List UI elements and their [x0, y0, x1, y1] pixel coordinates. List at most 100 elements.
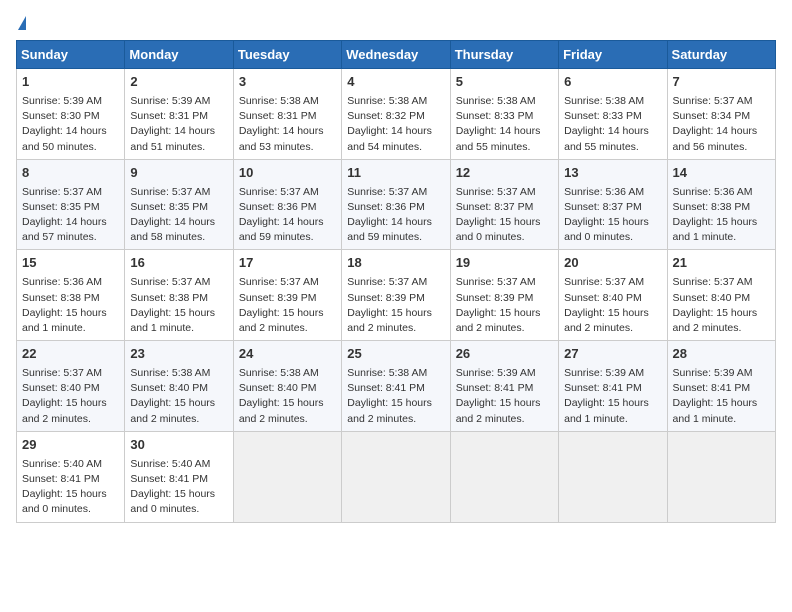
- calendar-cell: 23Sunrise: 5:38 AMSunset: 8:40 PMDayligh…: [125, 341, 233, 432]
- sunrise-text: Sunrise: 5:37 AM: [239, 276, 319, 288]
- sunset-text: Sunset: 8:32 PM: [347, 110, 425, 122]
- daylight-text: Daylight: 15 hours and 2 minutes.: [456, 307, 541, 334]
- calendar-cell: 2Sunrise: 5:39 AMSunset: 8:31 PMDaylight…: [125, 69, 233, 160]
- weekday-header-sunday: Sunday: [17, 41, 125, 69]
- calendar-cell: 15 Sunrise: 5:36 AM Sunset: 8:38 PM Dayligh…: [17, 250, 125, 341]
- day-number: 1: [22, 73, 119, 92]
- daylight-text: Daylight: 15 hours and 2 minutes.: [130, 397, 215, 424]
- sunrise-text: Sunrise: 5:39 AM: [22, 95, 102, 107]
- sunset-text: Sunset: 8:38 PM: [673, 201, 751, 213]
- daylight-text: Daylight: 15 hours and 2 minutes.: [456, 397, 541, 424]
- weekday-header-thursday: Thursday: [450, 41, 558, 69]
- calendar-cell: 9Sunrise: 5:37 AMSunset: 8:35 PMDaylight…: [125, 159, 233, 250]
- calendar-cell: 17Sunrise: 5:37 AMSunset: 8:39 PMDayligh…: [233, 250, 341, 341]
- calendar-week-row: 22Sunrise: 5:37 AMSunset: 8:40 PMDayligh…: [17, 341, 776, 432]
- day-number: 23: [130, 345, 227, 364]
- calendar-cell: [559, 431, 667, 522]
- daylight-text: Daylight: 14 hours and 54 minutes.: [347, 125, 432, 152]
- calendar-cell: 4Sunrise: 5:38 AMSunset: 8:32 PMDaylight…: [342, 69, 450, 160]
- daylight-text: Daylight: 14 hours and 58 minutes.: [130, 216, 215, 243]
- weekday-header-friday: Friday: [559, 41, 667, 69]
- calendar-cell: 6Sunrise: 5:38 AMSunset: 8:33 PMDaylight…: [559, 69, 667, 160]
- daylight-text: Daylight: 15 hours and 2 minutes.: [239, 307, 324, 334]
- calendar-cell: 20Sunrise: 5:37 AMSunset: 8:40 PMDayligh…: [559, 250, 667, 341]
- sunset-text: Sunset: 8:41 PM: [456, 382, 534, 394]
- daylight-text: Daylight: 15 hours and 0 minutes.: [456, 216, 541, 243]
- daylight-text: Daylight: 14 hours and 51 minutes.: [130, 125, 215, 152]
- calendar-cell: 29Sunrise: 5:40 AMSunset: 8:41 PMDayligh…: [17, 431, 125, 522]
- sunset-text: Sunset: 8:40 PM: [22, 382, 100, 394]
- daylight-text: Daylight: 14 hours and 50 minutes.: [22, 125, 107, 152]
- sunrise-text: Sunrise: 5:40 AM: [130, 458, 210, 470]
- day-number: 4: [347, 73, 444, 92]
- sunset-text: Sunset: 8:41 PM: [564, 382, 642, 394]
- sunset-text: Sunset: 8:36 PM: [347, 201, 425, 213]
- daylight-text: Daylight: 14 hours and 55 minutes.: [564, 125, 649, 152]
- day-number: 24: [239, 345, 336, 364]
- sunrise-text: Sunrise: 5:36 AM: [22, 276, 102, 288]
- day-number: 27: [564, 345, 661, 364]
- daylight-text: Daylight: 15 hours and 0 minutes.: [564, 216, 649, 243]
- calendar-cell: 19Sunrise: 5:37 AMSunset: 8:39 PMDayligh…: [450, 250, 558, 341]
- day-number: 18: [347, 254, 444, 273]
- calendar-cell: 27Sunrise: 5:39 AMSunset: 8:41 PMDayligh…: [559, 341, 667, 432]
- sunrise-text: Sunrise: 5:36 AM: [564, 186, 644, 198]
- day-number: 19: [456, 254, 553, 273]
- calendar-cell: 18Sunrise: 5:37 AMSunset: 8:39 PMDayligh…: [342, 250, 450, 341]
- calendar-cell: 21Sunrise: 5:37 AMSunset: 8:40 PMDayligh…: [667, 250, 775, 341]
- calendar-cell: 7Sunrise: 5:37 AMSunset: 8:34 PMDaylight…: [667, 69, 775, 160]
- sunrise-text: Sunrise: 5:38 AM: [239, 95, 319, 107]
- daylight-text: Daylight: 15 hours and 2 minutes.: [347, 307, 432, 334]
- daylight-text: Daylight: 15 hours and 2 minutes.: [239, 397, 324, 424]
- day-number: 15: [22, 254, 119, 273]
- sunset-text: Sunset: 8:35 PM: [130, 201, 208, 213]
- day-number: 2: [130, 73, 227, 92]
- sunset-text: Sunset: 8:33 PM: [564, 110, 642, 122]
- sunset-text: Sunset: 8:38 PM: [22, 292, 100, 304]
- sunset-text: Sunset: 8:30 PM: [22, 110, 100, 122]
- sunset-text: Sunset: 8:40 PM: [564, 292, 642, 304]
- daylight-text: Daylight: 15 hours and 1 minute.: [673, 397, 758, 424]
- logo-icon: [18, 16, 26, 30]
- sunrise-text: Sunrise: 5:37 AM: [130, 186, 210, 198]
- sunset-text: Sunset: 8:31 PM: [239, 110, 317, 122]
- calendar-table: SundayMondayTuesdayWednesdayThursdayFrid…: [16, 40, 776, 523]
- day-number: 26: [456, 345, 553, 364]
- daylight-text: Daylight: 15 hours and 2 minutes.: [564, 307, 649, 334]
- sunset-text: Sunset: 8:41 PM: [673, 382, 751, 394]
- calendar-cell: 25Sunrise: 5:38 AMSunset: 8:41 PMDayligh…: [342, 341, 450, 432]
- day-number: 14: [673, 164, 770, 183]
- sunset-text: Sunset: 8:38 PM: [130, 292, 208, 304]
- weekday-header-wednesday: Wednesday: [342, 41, 450, 69]
- sunrise-text: Sunrise: 5:40 AM: [22, 458, 102, 470]
- calendar-cell: 5Sunrise: 5:38 AMSunset: 8:33 PMDaylight…: [450, 69, 558, 160]
- weekday-header-monday: Monday: [125, 41, 233, 69]
- sunrise-text: Sunrise: 5:39 AM: [456, 367, 536, 379]
- weekday-header-saturday: Saturday: [667, 41, 775, 69]
- day-number: 12: [456, 164, 553, 183]
- sunrise-text: Sunrise: 5:37 AM: [239, 186, 319, 198]
- calendar-cell: 16Sunrise: 5:37 AMSunset: 8:38 PMDayligh…: [125, 250, 233, 341]
- calendar-week-row: 15 Sunrise: 5:36 AM Sunset: 8:38 PM Dayligh…: [17, 250, 776, 341]
- sunrise-text: Sunrise: 5:39 AM: [130, 95, 210, 107]
- daylight-text: Daylight: 15 hours and 0 minutes.: [22, 488, 107, 515]
- sunrise-text: Sunrise: 5:37 AM: [130, 276, 210, 288]
- calendar-cell: 10Sunrise: 5:37 AMSunset: 8:36 PMDayligh…: [233, 159, 341, 250]
- calendar-week-row: 1 Sunrise: 5:39 AM Sunset: 8:30 PM Daylight…: [17, 69, 776, 160]
- calendar-cell: 24Sunrise: 5:38 AMSunset: 8:40 PMDayligh…: [233, 341, 341, 432]
- calendar-cell: [342, 431, 450, 522]
- daylight-text: Daylight: 14 hours and 56 minutes.: [673, 125, 758, 152]
- calendar-cell: 3Sunrise: 5:38 AMSunset: 8:31 PMDaylight…: [233, 69, 341, 160]
- weekday-header-tuesday: Tuesday: [233, 41, 341, 69]
- sunset-text: Sunset: 8:41 PM: [347, 382, 425, 394]
- day-number: 28: [673, 345, 770, 364]
- sunset-text: Sunset: 8:40 PM: [130, 382, 208, 394]
- calendar-cell: 8Sunrise: 5:37 AMSunset: 8:35 PMDaylight…: [17, 159, 125, 250]
- sunrise-text: Sunrise: 5:37 AM: [673, 95, 753, 107]
- logo: [16, 16, 26, 30]
- sunrise-text: Sunrise: 5:38 AM: [456, 95, 536, 107]
- sunset-text: Sunset: 8:37 PM: [456, 201, 534, 213]
- sunrise-text: Sunrise: 5:36 AM: [673, 186, 753, 198]
- sunrise-text: Sunrise: 5:38 AM: [239, 367, 319, 379]
- daylight-text: Daylight: 15 hours and 1 minute.: [22, 307, 107, 334]
